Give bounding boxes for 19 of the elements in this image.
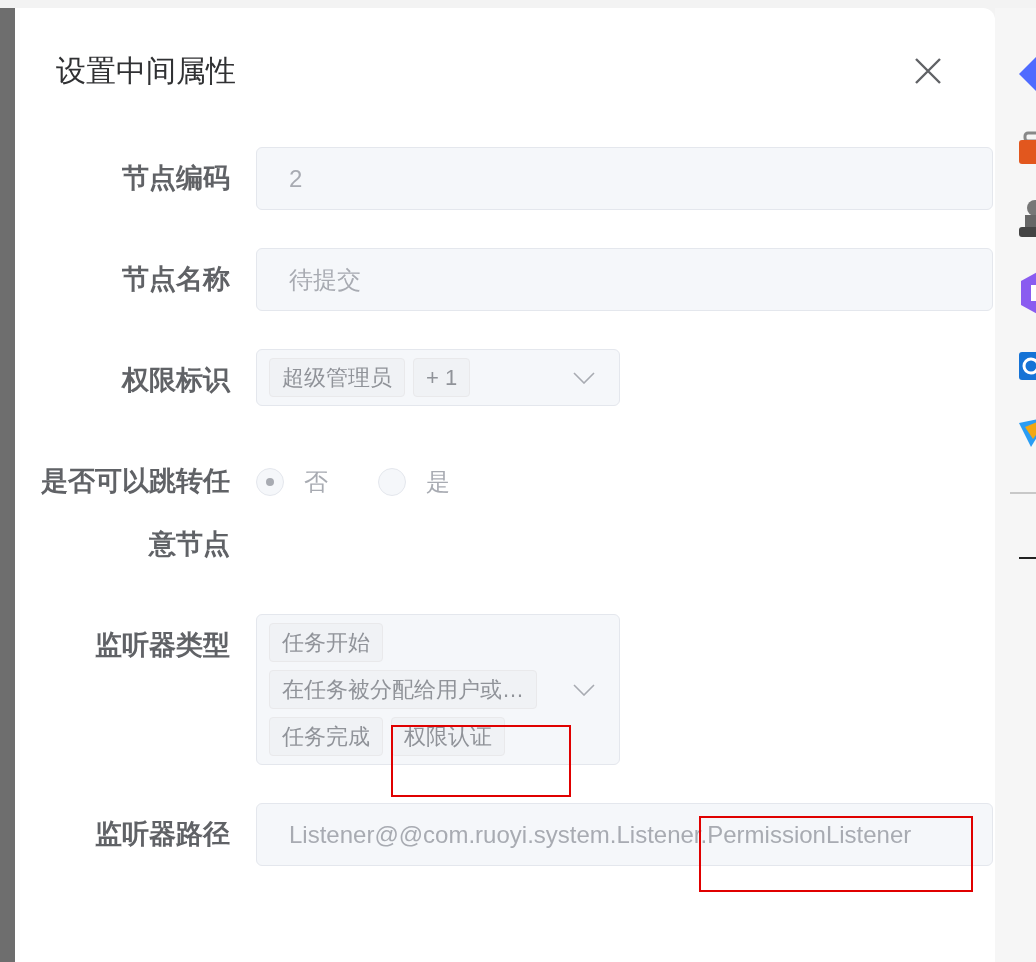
caret-icon <box>573 371 595 384</box>
toolbox-icon <box>1019 131 1036 165</box>
field-label: 监听器类型 <box>94 629 230 662</box>
tag: 权限认证 <box>391 717 505 756</box>
tag: 任务开始 <box>269 623 383 662</box>
field-label: 节点名称 <box>121 263 230 296</box>
paper-plane-icon <box>1019 417 1036 447</box>
tag: 超级管理员 <box>269 358 405 397</box>
field-label: 监听器路径 <box>94 818 230 851</box>
caret-icon <box>573 683 595 696</box>
field-label: 节点编码 <box>121 162 230 195</box>
pawn-icon <box>1019 198 1036 238</box>
tag: + 1 <box>413 358 471 397</box>
field-label: 是否可以跳转任意节点 <box>40 465 230 561</box>
close-icon[interactable] <box>915 57 941 84</box>
dialog-title: 设置中间属性 <box>56 53 236 89</box>
tag: 在任务被分配给用户或… <box>269 670 537 709</box>
field-label: 权限标识 <box>120 364 230 397</box>
tag: 任务完成 <box>269 717 383 756</box>
